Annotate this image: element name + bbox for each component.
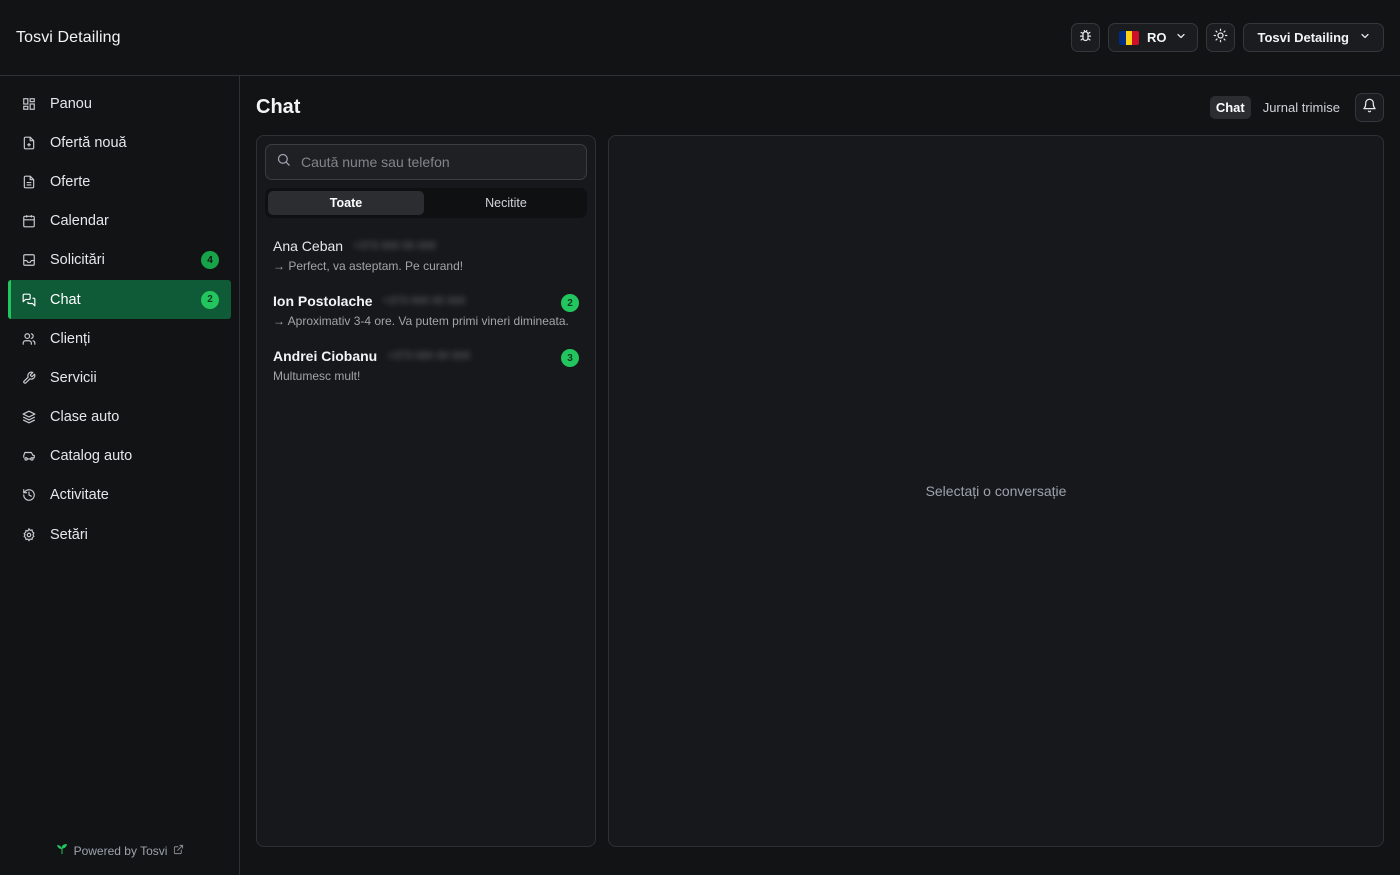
contact-phone: +373 000 00 000 [353,240,436,252]
sidebar-item-calendar[interactable]: Calendar [8,202,231,241]
account-menu-button[interactable]: Tosvi Detailing [1242,23,1384,52]
message-preview: → Aproximativ 3-4 ore. Va putem primi vi… [273,314,569,328]
sidebar-item-label: Solicitări [50,252,105,269]
bug-icon [1078,28,1093,48]
sidebar-item-servicii[interactable]: Servicii [8,358,231,397]
file-text-icon [22,175,36,189]
sidebar-item-clienti[interactable]: Clienți [8,319,231,358]
conversation-list-panel: Toate Necitite Ana Ceban +373 000 00 000… [256,135,596,847]
sidebar-item-label: Ofertă nouă [50,134,127,151]
sidebar-nav: Panou Ofertă nouă Oferte Calendar Solici… [0,76,239,554]
main-content: Chat Chat Jurnal trimise Toate Necitite … [240,76,1400,875]
top-bar: Tosvi Detailing RO Tosvi Detailing [0,0,1400,76]
message-preview: → Perfect, va asteptam. Pe curand! [273,259,464,273]
theme-toggle-button[interactable] [1205,23,1235,52]
search-icon [276,152,291,172]
powered-by-label: Powered by Tosvi [73,843,168,858]
file-plus-icon [22,136,36,150]
sidebar-item-label: Chat [50,291,81,308]
sidebar-item-oferta-noua[interactable]: Ofertă nouă [8,123,231,162]
sidebar-item-label: Clienți [50,330,91,347]
brand-name: Tosvi Detailing [16,28,121,46]
sidebar-item-catalog-auto[interactable]: Catalog auto [8,437,231,476]
filter-all[interactable]: Toate [268,191,424,215]
romania-flag-icon [1119,30,1139,45]
layers-icon [22,410,36,424]
sidebar-item-label: Oferte [50,173,91,190]
sidebar-item-label: Servicii [50,369,97,386]
conversation-detail-panel: Selectați o conversație [608,135,1384,847]
language-selector[interactable]: RO [1108,23,1198,52]
sidebar: Panou Ofertă nouă Oferte Calendar Solici… [0,76,240,875]
sidebar-item-oferte[interactable]: Oferte [8,162,231,201]
top-actions: RO Tosvi Detailing [1071,23,1384,52]
unread-count-badge: 2 [561,294,579,312]
sidebar-item-solicitari[interactable]: Solicitări 4 [8,241,231,280]
contact-name: Ana Ceban [273,238,344,254]
sidebar-item-clase-auto[interactable]: Clase auto [8,398,231,437]
sidebar-item-label: Clase auto [50,409,120,426]
sidebar-item-activitate[interactable]: Activitate [8,476,231,515]
contact-name: Andrei Ciobanu [273,348,378,364]
wrench-icon [22,371,36,385]
search-box [265,144,587,180]
contact-name: Ion Postolache [273,293,373,309]
sun-icon [1213,28,1228,48]
page-title: Chat [256,96,301,118]
unread-count-badge: 2 [201,290,219,309]
conversation-item[interactable]: Ion Postolache +373 000 00 000 2 → Aprox… [257,287,595,342]
contact-phone: +373 000 00 000 [387,350,471,362]
empty-state-message: Selectați o conversație [925,483,1067,499]
sidebar-item-label: Panou [50,95,92,112]
filter-toggle: Toate Necitite [265,188,587,218]
sidebar-item-label: Activitate [50,487,109,504]
sidebar-item-setari[interactable]: Setări [8,515,231,554]
view-switcher: Chat Jurnal trimise [1209,96,1346,119]
car-icon [22,449,36,463]
sidebar-item-label: Catalog auto [50,448,133,465]
powered-by-link[interactable]: Powered by Tosvi [0,843,240,858]
external-link-icon [173,844,184,858]
unread-count-badge: 4 [201,251,219,270]
filter-unread[interactable]: Necitite [428,191,584,215]
search-input[interactable] [301,154,576,170]
users-icon [22,332,36,346]
account-name: Tosvi Detailing [1257,30,1350,45]
history-icon [22,488,36,502]
sidebar-item-chat[interactable]: Chat 2 [8,279,231,320]
tosvi-logo-icon [56,843,68,858]
chevron-down-icon [1175,30,1187,45]
contact-phone: +373 000 00 000 [382,295,466,307]
messages-icon [22,293,36,307]
debug-button[interactable] [1071,23,1100,52]
inbox-icon [22,253,36,267]
sidebar-item-label: Calendar [50,213,109,230]
unread-count-badge: 3 [561,349,579,367]
language-label: RO [1147,30,1167,45]
sidebar-item-label: Setări [50,526,88,543]
calendar-icon [22,214,36,228]
gear-icon [22,527,36,542]
conversation-list: Ana Ceban +373 000 00 000 → Perfect, va … [257,232,595,397]
message-preview: Multumesc mult! [273,369,361,383]
dashboard-icon [22,97,36,111]
notifications-button[interactable] [1355,93,1384,122]
bell-icon [1362,98,1377,118]
tab-chat[interactable]: Chat [1209,96,1251,119]
conversation-item[interactable]: Ana Ceban +373 000 00 000 → Perfect, va … [257,232,595,287]
tab-jurnal-trimise[interactable]: Jurnal trimise [1257,96,1346,119]
chevron-down-icon [1359,30,1371,45]
sidebar-item-panou[interactable]: Panou [8,84,231,123]
conversation-item[interactable]: Andrei Ciobanu +373 000 00 000 3 Multume… [257,342,595,397]
